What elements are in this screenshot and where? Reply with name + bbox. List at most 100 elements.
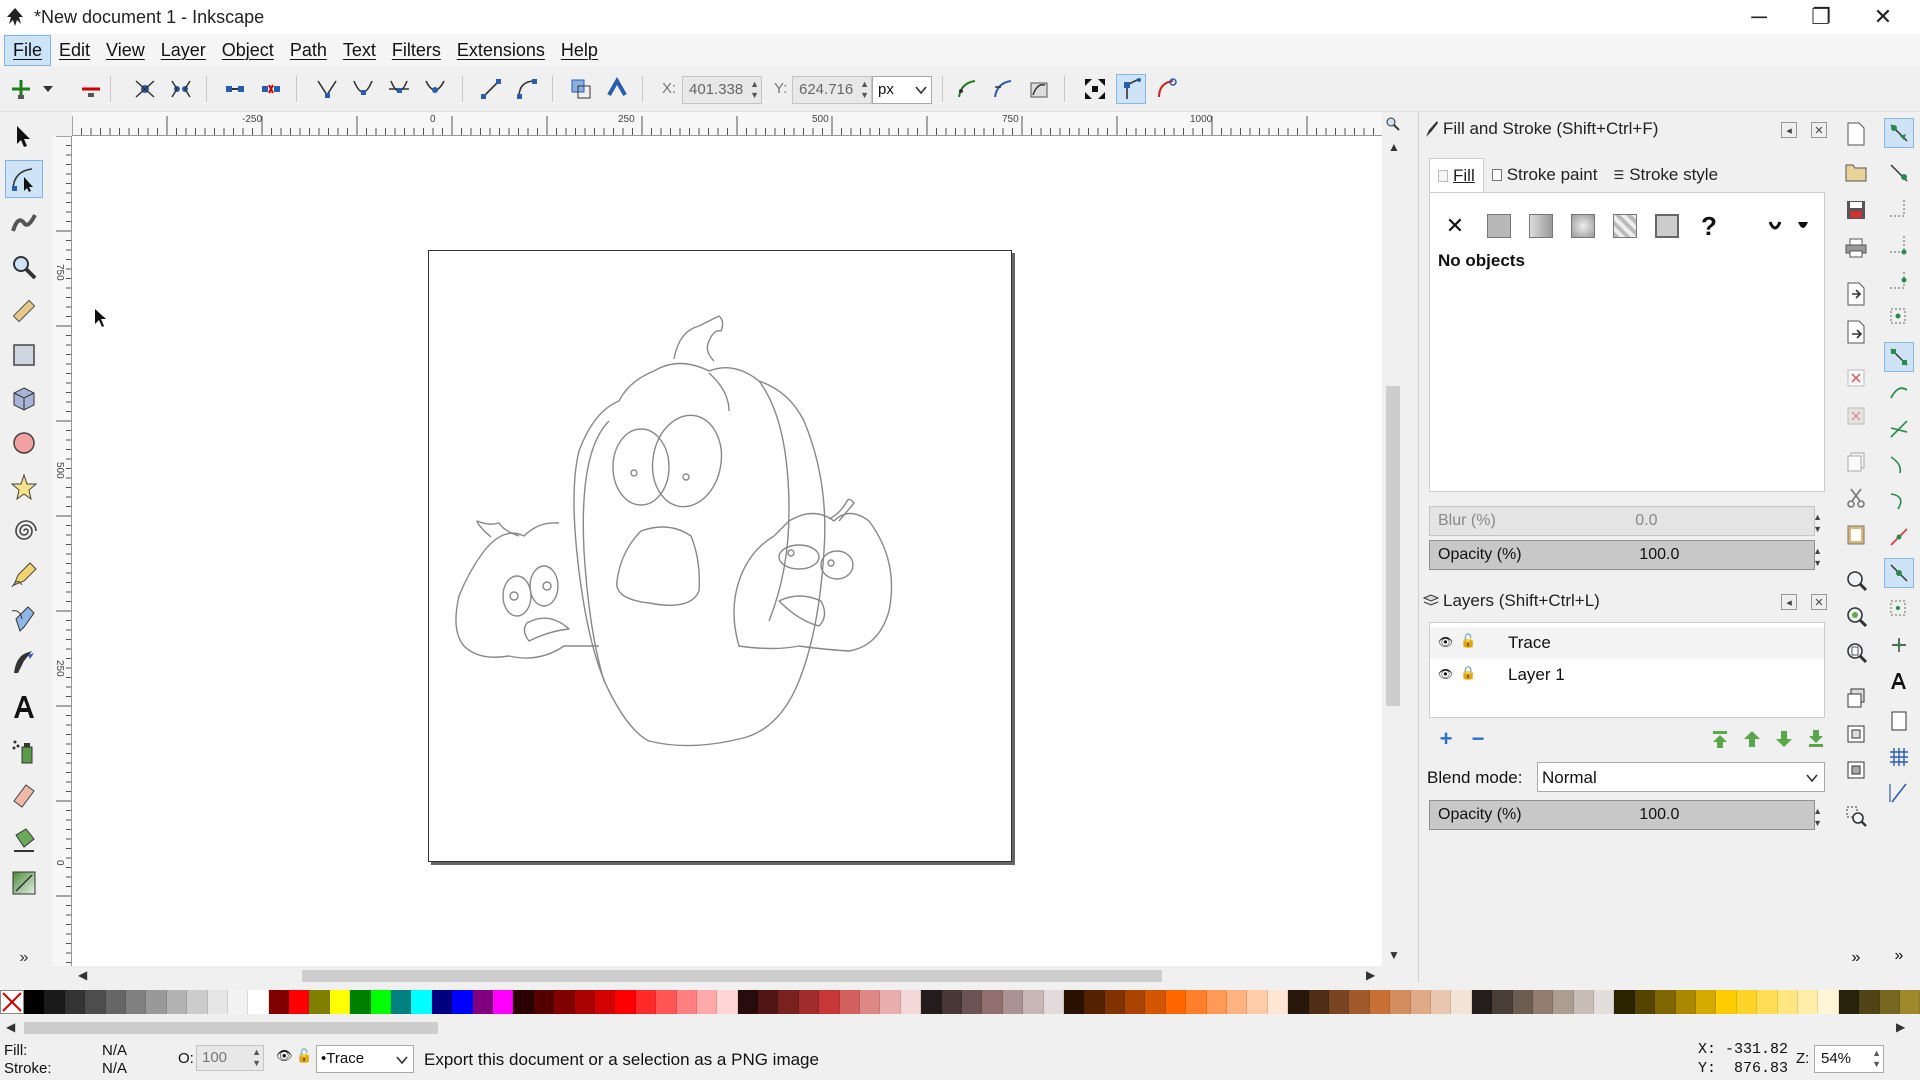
color-swatch[interactable]: [309, 990, 330, 1014]
vertical-scrollbar[interactable]: ▲ ▼: [1382, 136, 1404, 966]
remove-layer-button[interactable]: −: [1465, 726, 1491, 752]
color-swatch[interactable]: [737, 990, 759, 1014]
opacity-spinbox[interactable]: 100 ▲ ▼: [196, 1045, 264, 1071]
fill-rule-evenodd-button[interactable]: [1764, 211, 1786, 241]
tab-fill[interactable]: Fill: [1429, 158, 1484, 192]
color-swatch[interactable]: [1063, 990, 1085, 1014]
color-swatch[interactable]: [1186, 990, 1207, 1014]
calligraphy-tool[interactable]: [5, 644, 43, 682]
color-swatch[interactable]: [1308, 990, 1329, 1014]
zoom-tool[interactable]: [5, 248, 43, 286]
pencil-tool[interactable]: [5, 556, 43, 594]
gradient-tool[interactable]: [5, 864, 43, 902]
color-swatch[interactable]: [656, 990, 677, 1014]
open-button[interactable]: [1842, 158, 1870, 186]
color-swatch[interactable]: [717, 990, 738, 1014]
blur-slider[interactable]: Blur (%) 0.0 ▲ ▼: [1429, 506, 1822, 536]
color-swatch[interactable]: [533, 990, 555, 1014]
spin-arrows-icon[interactable]: ▲ ▼: [1813, 511, 1822, 535]
color-swatch[interactable]: [268, 990, 290, 1014]
horizontal-scroll-thumb[interactable]: [302, 970, 1162, 982]
paint-bucket-tool[interactable]: [5, 820, 43, 858]
lower-layer-to-bottom-button[interactable]: [1803, 726, 1829, 752]
iconify-dialog-button[interactable]: ◂: [1781, 122, 1797, 138]
color-swatch[interactable]: [24, 990, 45, 1014]
menu-extensions[interactable]: Extensions: [449, 36, 553, 65]
color-swatch[interactable]: [1736, 990, 1758, 1014]
node-tool[interactable]: [5, 160, 43, 198]
color-swatch[interactable]: [1879, 990, 1900, 1014]
document-page[interactable]: [428, 250, 1012, 862]
raise-layer-to-top-button[interactable]: [1707, 726, 1733, 752]
snap-rotation-center-toggle[interactable]: [1884, 630, 1914, 660]
snap-smooth-nodes-toggle[interactable]: [1884, 486, 1914, 516]
pumpkin-trace-drawing[interactable]: [429, 251, 1013, 863]
color-swatch[interactable]: [166, 990, 188, 1014]
color-swatch[interactable]: [1430, 990, 1452, 1014]
color-swatch[interactable]: [105, 990, 126, 1014]
snap-paths-toggle[interactable]: [1884, 378, 1914, 408]
snap-bbox-toggle[interactable]: [1884, 158, 1914, 188]
maximize-button[interactable]: ❐: [1790, 0, 1852, 34]
show-handles-toggle[interactable]: [1116, 74, 1146, 104]
color-swatch[interactable]: [1390, 990, 1411, 1014]
snap-others-toggle[interactable]: [1884, 558, 1914, 588]
color-swatch[interactable]: [1899, 990, 1920, 1014]
join-segment-button[interactable]: [220, 74, 250, 104]
linear-gradient-button[interactable]: [1526, 211, 1556, 241]
color-swatch[interactable]: [1288, 990, 1309, 1014]
blend-mode-select[interactable]: Normal: [1537, 762, 1825, 792]
color-swatch[interactable]: [1247, 990, 1268, 1014]
snap-midpoints-toggle[interactable]: [1884, 522, 1914, 552]
snap-bbox-center-toggle[interactable]: [1884, 302, 1914, 332]
palette-scroll-thumb[interactable]: [24, 1022, 438, 1034]
zoom-corner-button[interactable]: [1382, 112, 1404, 136]
spin-arrows-icon[interactable]: ▲ ▼: [1813, 805, 1822, 829]
menu-file[interactable]: File: [4, 34, 52, 66]
color-swatch[interactable]: [1145, 990, 1166, 1014]
xml-editor-button[interactable]: [1842, 802, 1870, 830]
color-swatch[interactable]: [1838, 990, 1860, 1014]
redo-button[interactable]: [1842, 402, 1870, 430]
menu-layer[interactable]: Layer: [153, 36, 214, 65]
raise-layer-button[interactable]: [1739, 726, 1765, 752]
lock-icon[interactable]: 🔒: [1460, 665, 1476, 681]
menu-edit[interactable]: Edit: [51, 36, 98, 65]
segment-to-line-button[interactable]: [476, 74, 506, 104]
menu-text[interactable]: Text: [335, 36, 384, 65]
color-swatch[interactable]: [1369, 990, 1391, 1014]
iconify-dialog-button[interactable]: ◂: [1781, 594, 1797, 610]
color-swatch[interactable]: [289, 990, 310, 1014]
close-window-button[interactable]: ✕: [1852, 0, 1914, 34]
snap-bbox-midpoints-toggle[interactable]: [1884, 266, 1914, 296]
color-swatch[interactable]: [798, 990, 820, 1014]
node-symmetric-button[interactable]: [384, 74, 414, 104]
color-swatch[interactable]: [1104, 990, 1126, 1014]
tweak-tool[interactable]: [5, 204, 43, 242]
color-swatch[interactable]: [1757, 990, 1778, 1014]
toolbox-overflow[interactable]: »: [5, 946, 43, 970]
color-swatch[interactable]: [125, 990, 147, 1014]
node-cusp-button[interactable]: [312, 74, 342, 104]
color-swatch[interactable]: [900, 990, 922, 1014]
copy-button[interactable]: [1842, 448, 1870, 476]
rectangle-tool[interactable]: [5, 336, 43, 374]
menu-object[interactable]: Object: [214, 36, 282, 65]
node-auto-smooth-button[interactable]: [420, 74, 450, 104]
color-swatch[interactable]: [1655, 990, 1676, 1014]
color-swatch[interactable]: [492, 990, 514, 1014]
color-swatch[interactable]: [1471, 990, 1493, 1014]
minimize-button[interactable]: ─: [1728, 0, 1790, 34]
pen-tool[interactable]: [5, 600, 43, 638]
color-swatch[interactable]: [1594, 990, 1615, 1014]
snap-intersections-toggle[interactable]: [1884, 414, 1914, 444]
next-path-effect-button[interactable]: [952, 74, 982, 104]
swatch-button[interactable]: [1652, 211, 1682, 241]
menu-filters[interactable]: Filters: [384, 36, 449, 65]
color-swatch[interactable]: [941, 990, 962, 1014]
color-swatch[interactable]: [1125, 990, 1146, 1014]
delete-node-button[interactable]: [76, 74, 106, 104]
color-swatch[interactable]: [574, 990, 595, 1014]
eye-icon[interactable]: 👁: [1438, 667, 1453, 681]
color-swatch[interactable]: [329, 990, 351, 1014]
